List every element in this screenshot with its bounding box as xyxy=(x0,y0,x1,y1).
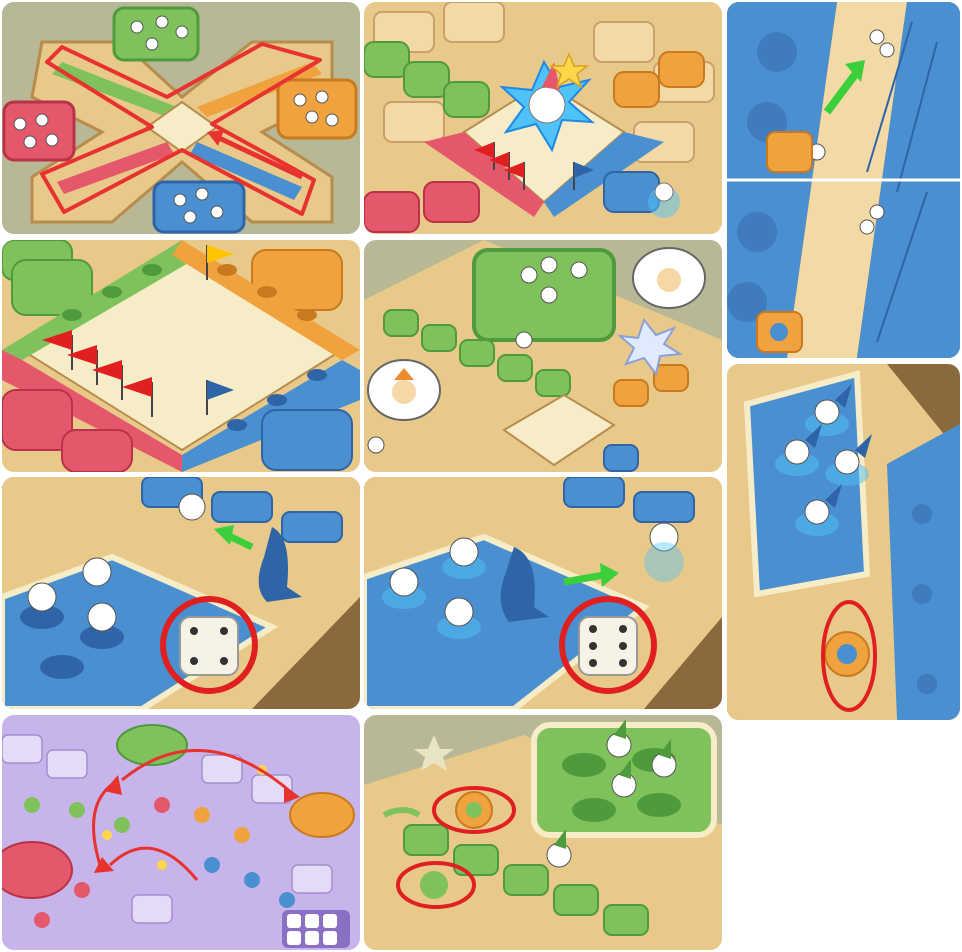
panel-jump-arcs xyxy=(2,715,360,950)
panel-green-flower-tiles xyxy=(364,715,722,950)
board-overview-svg xyxy=(2,2,360,234)
panel-shortcut-climb xyxy=(727,2,960,358)
panel-dice-six xyxy=(364,477,722,709)
panel-capture-impact xyxy=(364,2,722,234)
panel-center-home-flags xyxy=(2,240,360,472)
panel-blue-base-pieces xyxy=(727,364,960,720)
dice-icon xyxy=(179,616,239,676)
orange-flower-tile-icon xyxy=(824,631,870,677)
panel-bump-to-base xyxy=(364,240,722,472)
dice-icon xyxy=(578,616,638,676)
panel-dice-four xyxy=(2,477,360,709)
panel-board-overview xyxy=(2,2,360,234)
dice-set-icon xyxy=(282,910,350,948)
